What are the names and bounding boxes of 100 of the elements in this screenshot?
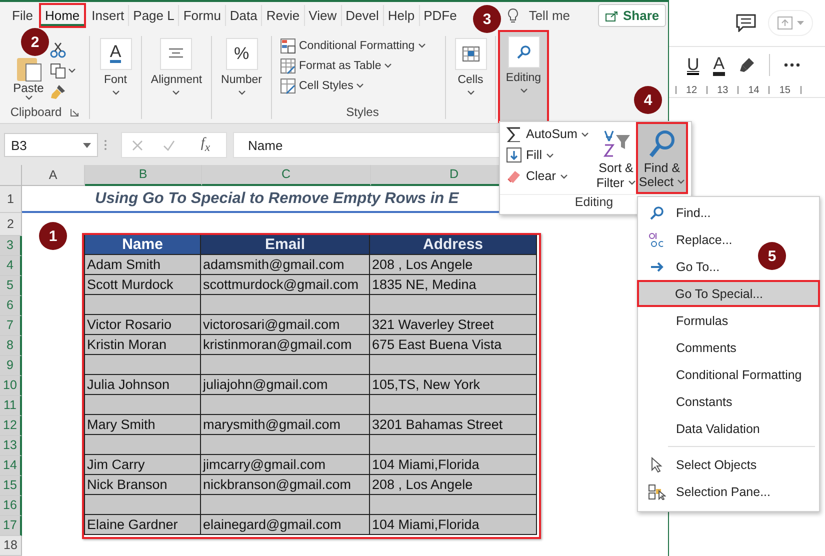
table-cell: Kristin Moran — [84, 334, 201, 355]
row-header[interactable]: 17 — [0, 516, 22, 536]
caret-icon — [356, 83, 364, 88]
cell-styles-icon — [280, 78, 296, 94]
name-box[interactable]: B3 — [4, 133, 98, 158]
row-header[interactable]: 5 — [0, 276, 22, 296]
table-cell: Nick Branson — [84, 474, 201, 495]
copy-icon[interactable] — [50, 62, 66, 79]
menu-item[interactable]: Comments — [638, 334, 819, 361]
caret-icon — [68, 68, 76, 74]
style-menu-button[interactable]: Format as Table — [280, 56, 392, 76]
clipboard-icon — [14, 56, 42, 82]
table-cell: marysmith@gmail.com — [201, 414, 370, 435]
table-cell: Jim Carry — [84, 454, 201, 475]
ribbon-tab[interactable]: Home — [38, 3, 86, 28]
paste-button[interactable]: Paste — [13, 56, 44, 100]
row-header[interactable]: 6 — [0, 296, 22, 316]
number-button[interactable]: % Number — [221, 36, 262, 97]
underline-button[interactable]: U — [687, 56, 700, 74]
row-header[interactable]: 4 — [0, 256, 22, 276]
row-header[interactable]: 9 — [0, 356, 22, 376]
menu-item[interactable]: Formulas — [638, 307, 819, 334]
conditional-formatting-icon — [280, 38, 296, 54]
sort-filter-icon — [601, 129, 631, 159]
menu-item[interactable]: Conditional Formatting — [638, 361, 819, 388]
ribbon-tab[interactable]: Help — [382, 5, 419, 26]
row-header[interactable]: 14 — [0, 456, 22, 476]
caret-icon — [581, 132, 590, 136]
find-select-button[interactable]: Find & Select — [636, 122, 688, 194]
row-header[interactable]: 10 — [0, 376, 22, 396]
ribbon-tab[interactable]: Page L — [128, 5, 178, 26]
sheet-title: Using Go To Special to Remove Empty Rows in E — [94, 190, 459, 208]
caret-icon — [24, 94, 32, 100]
menu-item[interactable]: Go To Special... — [637, 280, 820, 307]
scissors-icon[interactable] — [50, 42, 66, 58]
table-cell: 208 , Los Angele — [370, 254, 537, 275]
row-header[interactable]: 3 — [0, 236, 22, 256]
editing-button[interactable]: Editing — [498, 30, 549, 123]
menu-item[interactable]: Selection Pane... — [638, 478, 819, 505]
menu-item[interactable]: Select Objects — [638, 451, 819, 478]
column-header[interactable]: C — [202, 164, 371, 186]
ribbon-tab[interactable]: View — [304, 5, 341, 26]
caret-icon — [384, 63, 392, 68]
table-cell: Mary Smith — [84, 414, 201, 435]
ribbon-tab[interactable]: Revie — [261, 5, 304, 26]
table-cell: 321 Waverley Street — [370, 314, 537, 335]
insert-function-button[interactable]: f$_{x}$ — [194, 135, 216, 155]
style-menu-button[interactable]: Cell Styles — [280, 76, 364, 96]
fill-down-icon — [506, 147, 522, 163]
ribbon-tab[interactable]: Formu — [178, 5, 225, 26]
row-header[interactable]: 8 — [0, 336, 22, 356]
group-label: Styles — [346, 106, 379, 120]
font-icon: A — [100, 38, 132, 70]
column-header[interactable]: B — [85, 164, 202, 186]
menu-item[interactable]: Constants — [638, 388, 819, 415]
ruler-tick-icon — [675, 86, 677, 94]
font-color-button[interactable]: A — [713, 54, 725, 76]
share-button[interactable]: Share — [598, 4, 666, 28]
column-header[interactable]: A — [22, 164, 85, 186]
lightbulb-icon — [506, 8, 519, 24]
font-button[interactable]: A Font — [100, 36, 132, 97]
table-format-icon — [280, 58, 296, 74]
row-header[interactable]: 2 — [0, 212, 22, 236]
row-header[interactable]: 11 — [0, 396, 22, 416]
table-cell: 104 Miami,Florida — [370, 514, 537, 535]
ribbon-tab[interactable]: Devel — [340, 5, 383, 26]
caret-icon — [418, 43, 426, 48]
upload-icon — [777, 16, 793, 30]
ribbon-tab[interactable]: Data — [224, 5, 262, 26]
menu-item[interactable]: Data Validation — [638, 415, 819, 442]
table-cell: 1835 NE, Medina — [370, 274, 537, 295]
dialog-launcher-icon[interactable] — [70, 108, 79, 118]
search-hint[interactable]: Tell me — [528, 8, 570, 24]
row-header[interactable]: 15 — [0, 476, 22, 496]
table-cell: victorosari@gmail.com — [201, 314, 370, 335]
cursor-icon — [651, 456, 663, 472]
row-header[interactable]: 18 — [0, 536, 22, 556]
row-header[interactable]: 16 — [0, 496, 22, 516]
row-header[interactable]: 1 — [0, 186, 22, 213]
paintbrush-icon[interactable] — [50, 84, 66, 100]
table-cell: kristinmoran@gmail.com — [201, 334, 370, 355]
table-cell: Elaine Gardner — [84, 514, 201, 535]
row-header[interactable]: 12 — [0, 416, 22, 436]
style-menu-button[interactable]: Conditional Formatting — [280, 36, 426, 56]
row-header[interactable]: 13 — [0, 436, 22, 456]
search-icon — [648, 129, 676, 159]
drag-handle-icon[interactable] — [104, 139, 107, 152]
check-icon[interactable] — [162, 140, 175, 151]
table-cell: Scott Murdock — [84, 274, 201, 295]
comment-icon[interactable] — [736, 14, 756, 32]
row-header[interactable]: 7 — [0, 316, 22, 336]
ribbon-tab[interactable]: File — [8, 5, 37, 26]
highlighter-icon[interactable] — [738, 57, 755, 73]
selection-pane-icon — [648, 484, 666, 500]
ribbon-tab[interactable]: Insert — [88, 5, 128, 26]
alignment-button[interactable]: Alignment — [150, 36, 202, 97]
ribbon-tab[interactable]: PDFe — [418, 5, 461, 26]
table-cell: Adam Smith — [84, 254, 201, 275]
caret-icon — [466, 90, 474, 95]
more-icon[interactable] — [784, 63, 800, 67]
